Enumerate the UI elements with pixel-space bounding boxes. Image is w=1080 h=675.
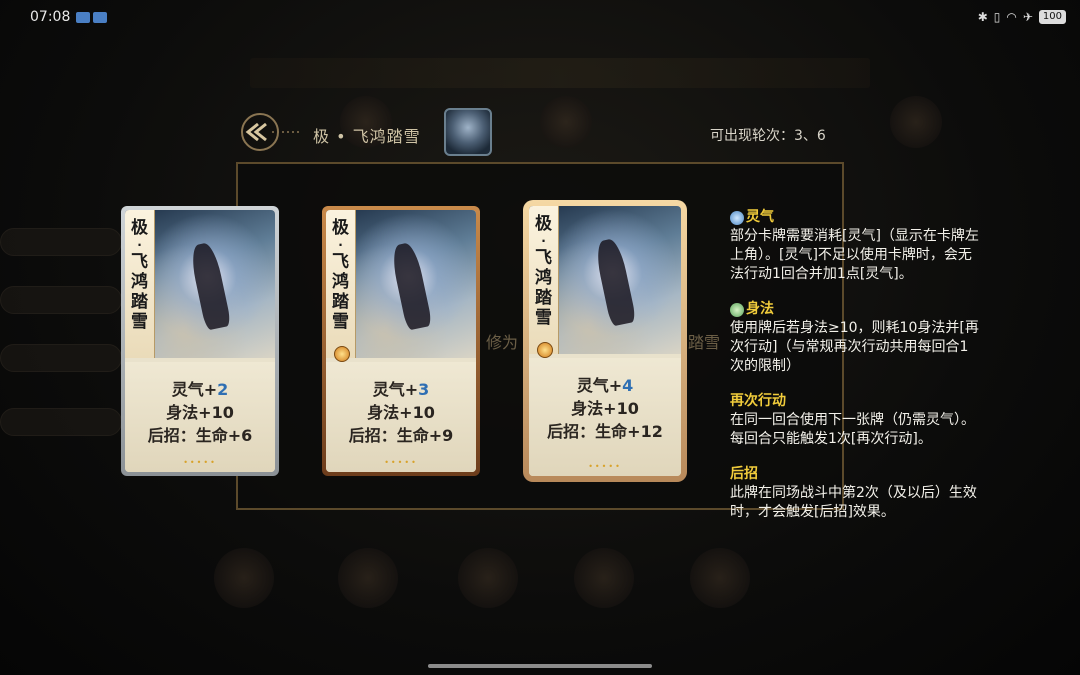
available-rounds: 可出现轮次：3、6: [710, 128, 826, 144]
after-move-stat: 后招：生命+9: [348, 426, 454, 445]
rank-gem-icon: [537, 342, 553, 358]
agility-stat: 身法+10: [367, 403, 435, 422]
glossary-entry-agility: 身法 使用牌后若身法≥10，则耗10身法并[再次行动]（与常规再次行动共用每回合…: [730, 301, 979, 374]
background-icon: [890, 96, 942, 148]
card-level-2[interactable]: 极 · 飞鸿踏雪 灵气+3 身法+10 后招：生命+9 •••••: [322, 206, 480, 476]
glossary-entry-after-move: 后招 此牌在同场战斗中第2次（及以后）生效时，才会触发[后招]效果。: [730, 466, 977, 520]
background-pill: [0, 228, 122, 256]
clock: 07:08: [30, 9, 71, 25]
background-pill: [0, 286, 122, 314]
keyword-glossary: 灵气 部分卡牌需要消耗[灵气]（显示在卡牌左上角）。[灵气]不足以使用卡牌时，会…: [730, 208, 980, 538]
glossary-entry-extra-action: 再次行动 在同一回合使用下一张牌（仍需灵气）。每回合只能触发1次[再次行动]。: [730, 393, 975, 447]
card-name-vertical: 极 · 飞鸿踏雪: [125, 210, 155, 358]
background-label: 踏雪: [688, 333, 721, 352]
after-move-stat: 后招：生命+12: [547, 422, 663, 441]
notification-icon: [93, 12, 107, 23]
agility-stat: 身法+10: [571, 399, 639, 418]
card-name-vertical: 极 · 飞鸿踏雪: [326, 210, 356, 358]
background-tab-strip: [250, 58, 870, 88]
rank-gem-icon: [334, 346, 350, 362]
background-pill: [0, 408, 122, 436]
back-arrow-icon[interactable]: [236, 110, 306, 154]
card-level-1[interactable]: 极 · 飞鸿踏雪 灵气+2 身法+10 后招：生命+6 •••••: [121, 206, 279, 476]
agility-stat: 身法+10: [166, 403, 234, 422]
character-portrait-icon[interactable]: [444, 108, 492, 156]
vibrate-icon: ▯: [993, 10, 1001, 24]
background-icon: [214, 548, 274, 608]
glossary-entry-aura: 灵气 部分卡牌需要消耗[灵气]（显示在卡牌左上角）。[灵气]不足以使用卡牌时，会…: [730, 209, 979, 282]
background-icon: [458, 548, 518, 608]
wifi-icon: ◠: [1006, 10, 1017, 24]
home-indicator[interactable]: [428, 664, 652, 668]
card-ornament: •••••: [384, 458, 418, 467]
after-move-stat: 后招：生命+6: [147, 426, 253, 445]
card-name-vertical: 极 · 飞鸿踏雪: [529, 206, 559, 354]
card-level-3[interactable]: 极 · 飞鸿踏雪 灵气+4 身法+10 后招：生命+12 •••••: [523, 200, 687, 482]
notification-icon: [76, 12, 90, 23]
card-stats: 灵气+4 身法+10 后招：生命+12 •••••: [529, 358, 681, 476]
airplane-icon: ✈: [1022, 10, 1033, 24]
battery-icon: 100: [1038, 10, 1066, 24]
card-stats: 灵气+3 身法+10 后招：生命+9 •••••: [326, 362, 476, 472]
background-icon: [540, 96, 592, 148]
bluetooth-icon: ✱: [977, 10, 988, 24]
status-bar: 07:08 ✱ ▯ ◠ ✈ 100: [0, 0, 1080, 34]
agility-icon: [730, 302, 744, 317]
background-icon: [338, 548, 398, 608]
card-stats: 灵气+2 身法+10 后招：生命+6 •••••: [125, 362, 275, 472]
aura-stat: 灵气+3: [372, 380, 430, 399]
aura-stat: 灵气+4: [576, 376, 634, 395]
aura-stat: 灵气+2: [171, 380, 229, 399]
system-icons: ✱ ▯ ◠ ✈ 100: [978, 10, 1066, 24]
background-icon: [574, 548, 634, 608]
background-label: 修为: [486, 333, 519, 352]
background-pill: [0, 344, 122, 372]
card-ornament: •••••: [588, 462, 622, 471]
background-icon: [690, 548, 750, 608]
aura-icon: [730, 210, 744, 225]
card-title: 极 • 飞鸿踏雪: [313, 127, 421, 146]
card-ornament: •••••: [183, 458, 217, 467]
